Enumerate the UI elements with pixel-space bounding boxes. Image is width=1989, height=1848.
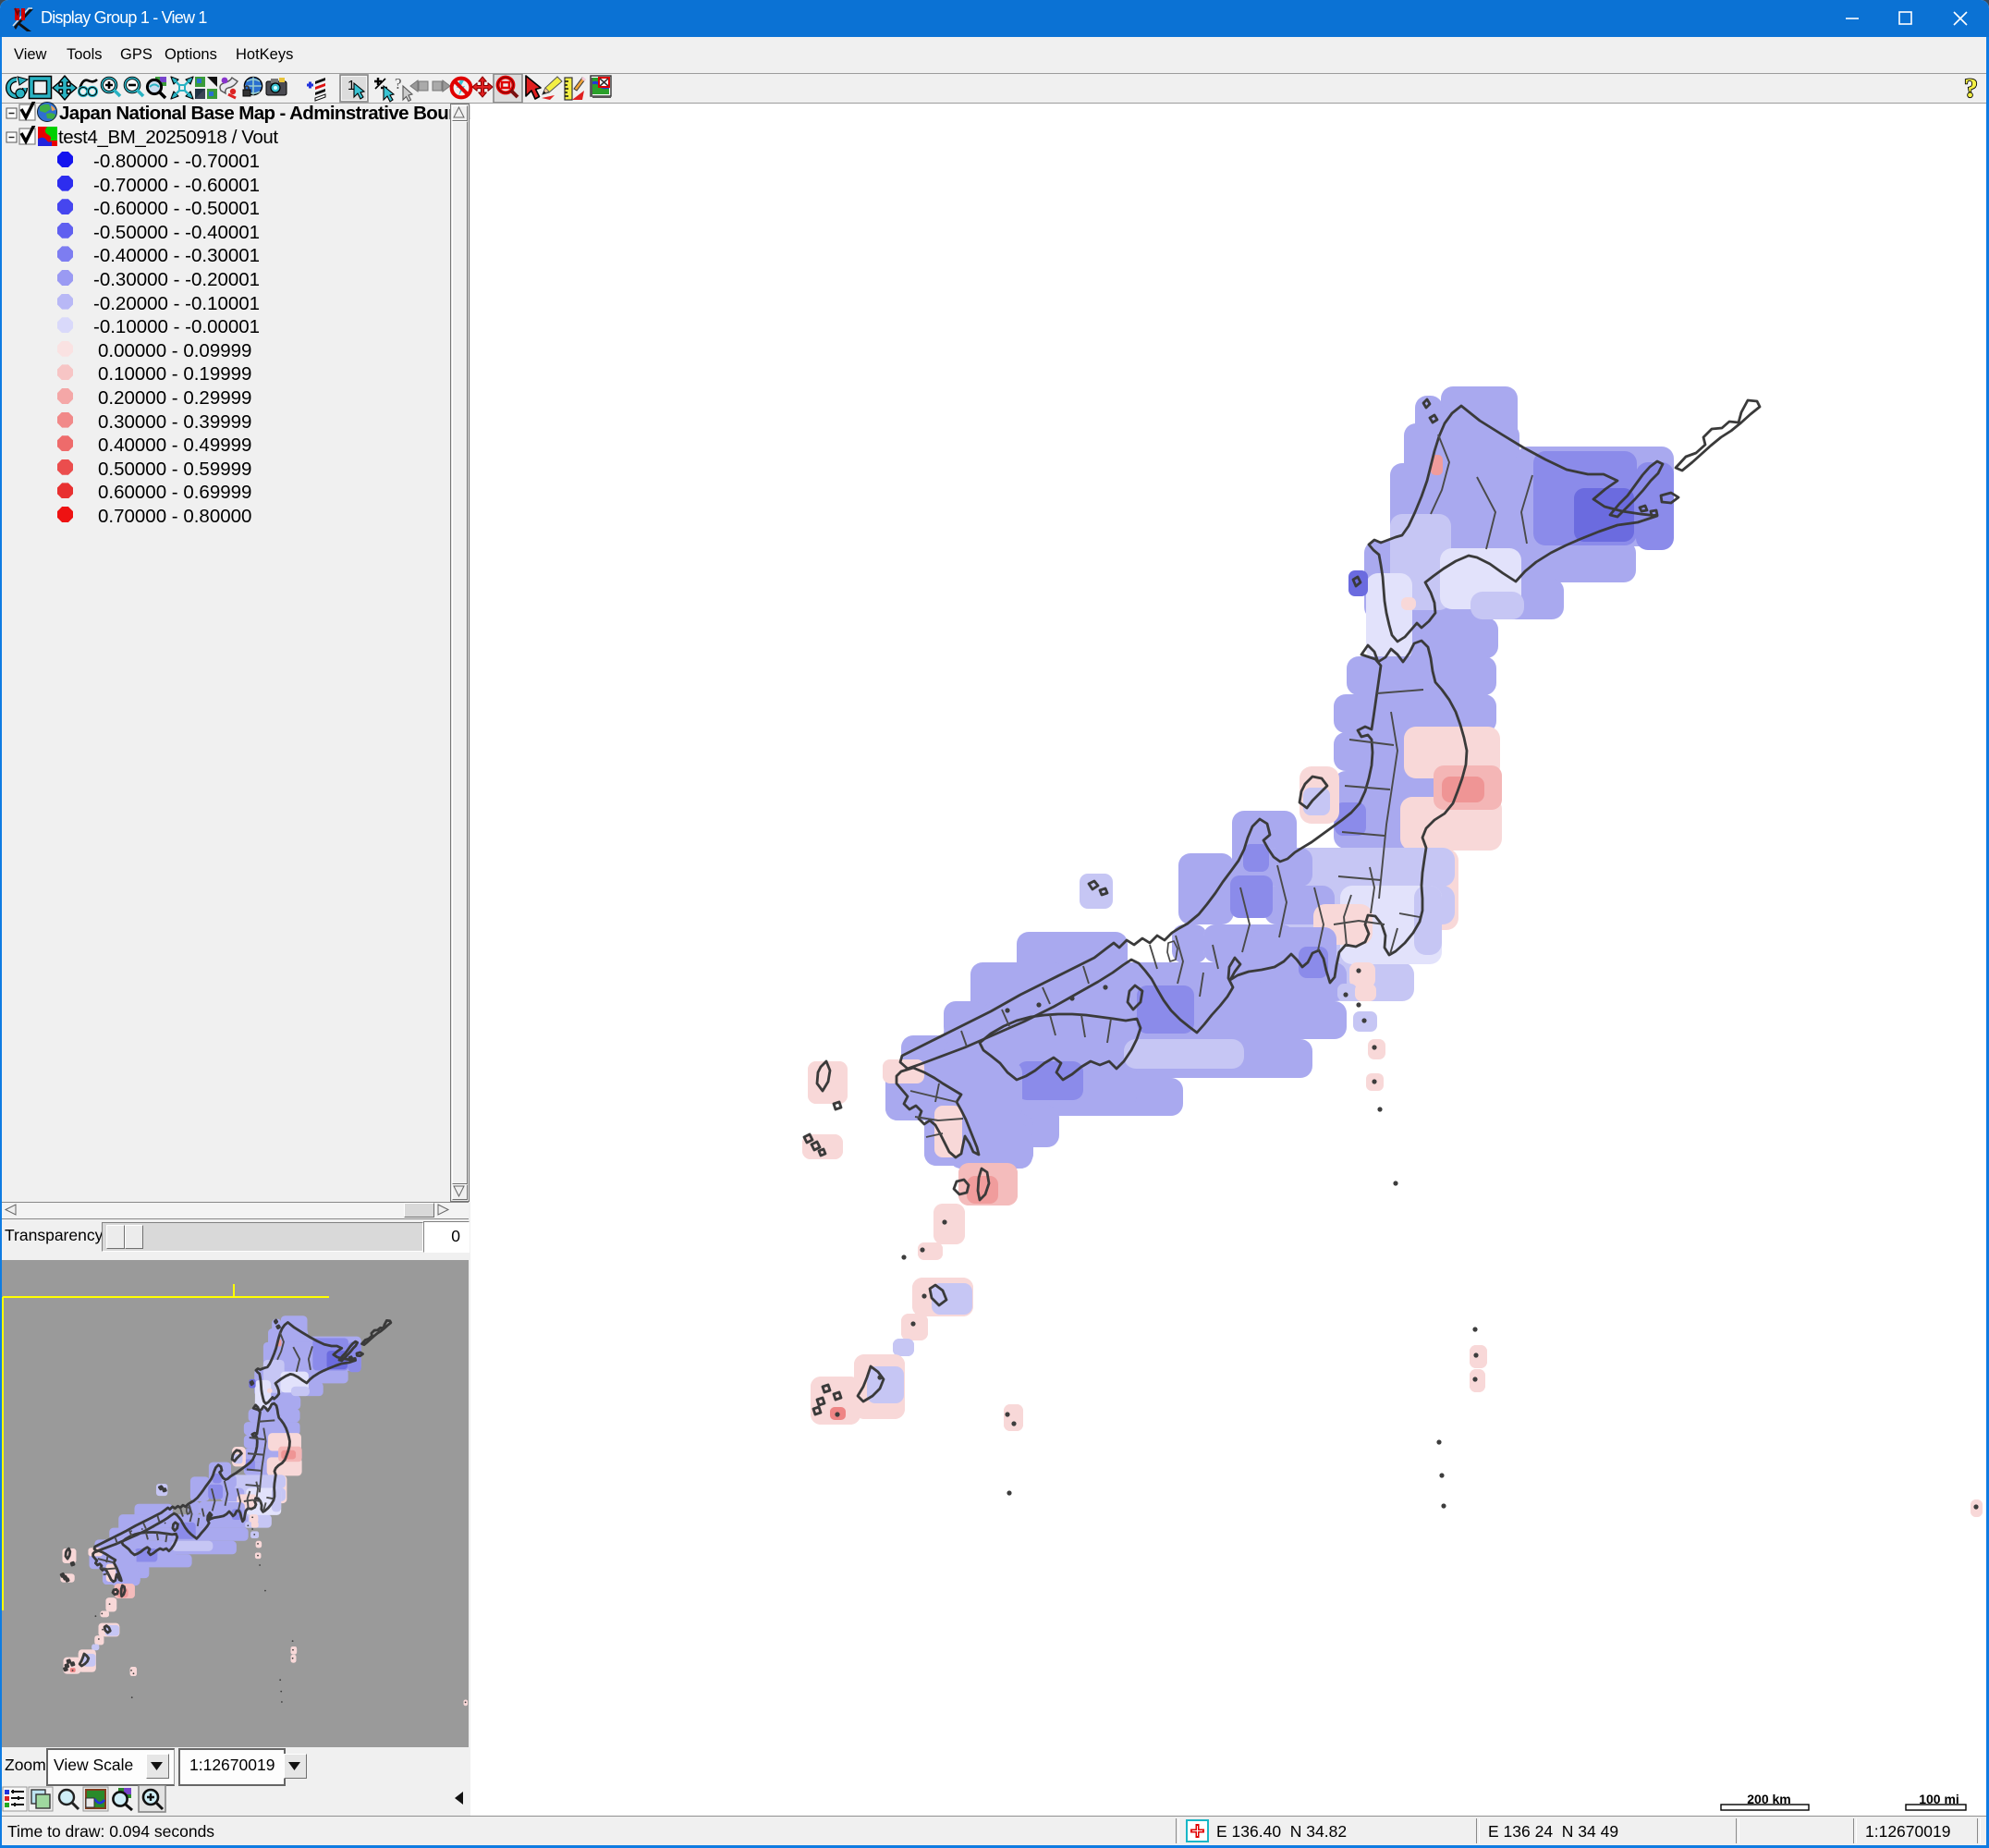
svg-text:?: ? <box>1964 74 1978 104</box>
svg-text:?: ? <box>395 75 402 92</box>
